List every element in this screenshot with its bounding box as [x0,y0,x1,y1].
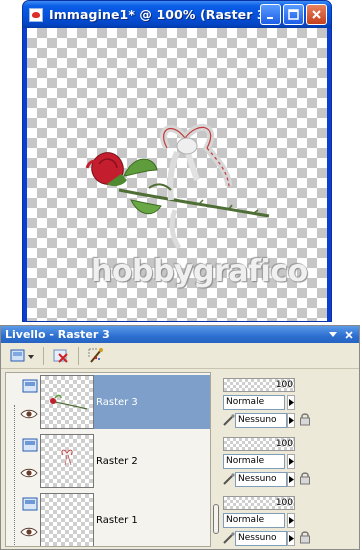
layers-palette-title: Livello - Raster 3 [5,328,110,341]
layer-thumbnail [40,434,94,488]
properties-icon [88,347,103,363]
delete-layer-icon [53,349,68,363]
image-window-title: Immagine1* @ 100% (Raster 3) [49,7,272,22]
image-window-titlebar[interactable]: Immagine1* @ 100% (Raster 3) [23,1,331,28]
minimize-button[interactable] [260,4,281,25]
toolbar-separator [78,346,79,365]
new-layer-button[interactable] [7,346,37,366]
layer-icons [20,497,42,546]
layers-palette-titlebar[interactable]: Livello - Raster 3 [1,326,359,343]
layer-name: Raster 2 [96,455,138,467]
rose-thumbnail-icon [50,394,88,410]
close-icon [312,10,321,19]
palette-close-button[interactable] [342,328,355,341]
visibility-eye-icon[interactable] [20,527,38,537]
raster-layer-icon [22,379,38,393]
palette-menu-button[interactable] [326,328,339,341]
dropdown-icon [328,331,337,337]
blend-mode-select[interactable]: Normale [223,454,285,469]
layers-list: Raster 3 Raster 2 Raster 1 [5,372,211,547]
lock-icon[interactable] [299,530,311,544]
layer-thumbnail [40,375,94,429]
visibility-eye-icon[interactable] [20,468,38,478]
layers-toolbar [1,343,359,369]
delete-layer-button[interactable] [50,346,72,366]
layer-properties: 100 Normale Nessuno [221,433,357,491]
watermark-text: hobbygrafico [91,254,308,289]
blend-mode-arrow[interactable] [287,395,295,410]
mask-brush-icon [223,414,235,426]
mask-select[interactable]: Nessuno [235,413,287,428]
layer-properties-button[interactable] [85,346,107,366]
splitter-handle[interactable] [213,504,219,534]
lock-icon[interactable] [299,412,311,426]
layer-row[interactable]: Raster 3 [6,373,210,431]
opacity-slider[interactable]: 100 [223,437,295,451]
visibility-eye-icon[interactable] [20,409,38,419]
chevron-right-icon [288,399,294,406]
layer-row[interactable]: Raster 1 [6,491,210,546]
toolbar-separator [43,346,44,365]
chevron-right-icon [288,517,294,524]
layer-icons [20,379,42,429]
bow-thumbnail-icon [61,449,73,466]
mask-brush-icon [223,532,235,544]
mask-arrow[interactable] [287,413,295,428]
layer-row[interactable]: Raster 2 [6,432,210,490]
opacity-value: 100 [275,380,293,390]
layer-properties: 100 Normale Nessuno [221,374,357,432]
palette-splitter[interactable] [212,372,220,547]
window-controls [260,4,327,25]
maximize-button[interactable] [283,4,304,25]
maximize-icon [288,9,299,20]
lock-icon[interactable] [299,471,311,485]
layer-name: Raster 1 [96,514,138,526]
mask-select[interactable]: Nessuno [235,531,287,546]
opacity-slider[interactable]: 100 [223,378,295,392]
raster-layer-icon [22,438,38,452]
minimize-icon [266,16,273,19]
layer-thumbnail [40,493,94,546]
blend-mode-arrow[interactable] [287,513,295,528]
raster-layer-icon [22,497,38,511]
image-canvas[interactable]: hobbygrafico [27,28,327,321]
chevron-right-icon [288,535,294,542]
layer-icons [20,438,42,488]
blend-mode-select[interactable]: Normale [223,513,285,528]
close-button[interactable] [306,4,327,25]
mask-brush-icon [223,473,235,485]
image-window: Immagine1* @ 100% (Raster 3) hobbygrafic… [22,0,332,322]
app-icon [29,7,43,22]
blend-mode-arrow[interactable] [287,454,295,469]
layer-name: Raster 3 [94,375,210,429]
opacity-value: 100 [275,439,293,449]
new-layer-icon [10,349,34,361]
opacity-value: 100 [275,498,293,508]
chevron-right-icon [288,476,294,483]
mask-select[interactable]: Nessuno [235,472,287,487]
layers-palette: Livello - Raster 3 Raster 3 Raster 2 Ras… [0,325,360,550]
mask-arrow[interactable] [287,472,295,487]
blend-mode-select[interactable]: Normale [223,395,285,410]
chevron-right-icon [288,458,294,465]
close-icon [344,330,353,339]
palette-title-controls [326,328,355,341]
opacity-slider[interactable]: 100 [223,496,295,510]
chevron-right-icon [288,417,294,424]
rose-image [85,124,270,250]
layer-properties-list: 100 Normale Nessuno 100 Normale Nessuno … [221,372,357,547]
layer-properties: 100 Normale Nessuno [221,492,357,550]
mask-arrow[interactable] [287,531,295,546]
